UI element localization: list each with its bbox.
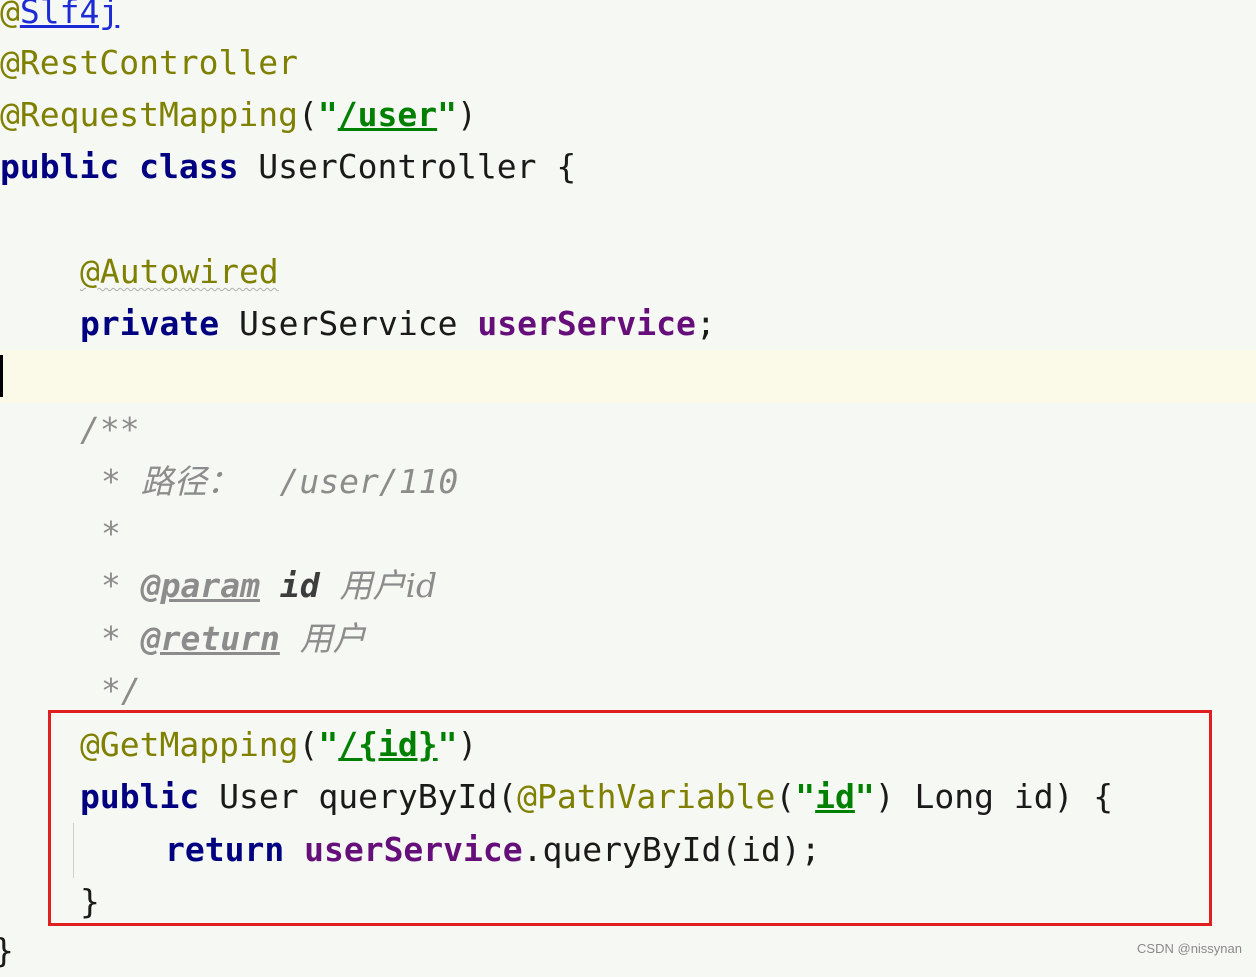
comment-star: * — [101, 619, 121, 658]
paren: ) — [456, 95, 477, 134]
keyword-public: public — [0, 147, 120, 186]
text-caret — [0, 355, 3, 397]
field-type: UserService — [219, 304, 478, 343]
comment-path-value: /user/110 — [239, 462, 459, 501]
code-editor[interactable]: @Slf4j @RestController @RequestMapping("… — [0, 0, 1256, 970]
javadoc-param-name: id — [279, 566, 320, 605]
keyword-class: class — [139, 147, 239, 186]
code-line-requestmapping: @RequestMapping("/user") — [0, 89, 477, 141]
javadoc-param-line: * @param id 用户id — [101, 560, 437, 612]
comment-star: * — [101, 462, 121, 501]
field-userservice: userService — [477, 304, 696, 343]
quote: " — [317, 95, 338, 134]
restcontroller-annotation: @RestController — [0, 43, 299, 82]
javadoc-return-tag[interactable]: @return — [141, 619, 280, 658]
code-line-restcontroller: @RestController — [0, 37, 298, 89]
quote: " — [437, 95, 457, 134]
javadoc-param-desc: 用户id — [339, 566, 438, 605]
class-name: UserController { — [238, 147, 577, 186]
current-line-highlight — [0, 350, 1256, 403]
javadoc-return-line: * @return 用户 — [101, 613, 366, 665]
javadoc-return-desc: 用户 — [299, 619, 366, 658]
comment-path-label: 路径： — [140, 462, 240, 501]
closing-brace: } — [0, 931, 14, 970]
annotation-at: @ — [0, 0, 20, 31]
autowired-annotation[interactable]: @Autowired — [80, 252, 279, 291]
keyword-private: private — [80, 304, 220, 343]
code-line-slf4j: @Slf4j — [0, 0, 119, 38]
semicolon: ; — [695, 304, 716, 343]
comment-star: * — [101, 514, 121, 553]
user-path-link[interactable]: /user — [338, 95, 437, 134]
watermark: CSDN @nissynan — [1137, 941, 1242, 956]
paren: ( — [298, 95, 318, 134]
javadoc-param-tag[interactable]: @param — [141, 566, 260, 605]
comment-close: */ — [101, 671, 141, 710]
code-line-field: private UserService userService; — [80, 298, 716, 350]
javadoc-open: /** — [80, 404, 140, 456]
requestmapping-annotation: @RequestMapping — [0, 95, 299, 134]
javadoc-empty-line: * — [101, 508, 121, 560]
code-line-class-close: } — [0, 925, 14, 977]
javadoc-path-line: * 路径： /user/110 — [101, 456, 458, 508]
comment-star: * — [101, 566, 121, 605]
code-line-autowired: @Autowired — [80, 246, 279, 298]
slf4j-link[interactable]: Slf4j — [20, 0, 119, 31]
code-line-class-decl: public class UserController { — [0, 141, 576, 193]
highlight-box — [48, 710, 1212, 926]
comment-open: /** — [80, 410, 140, 449]
